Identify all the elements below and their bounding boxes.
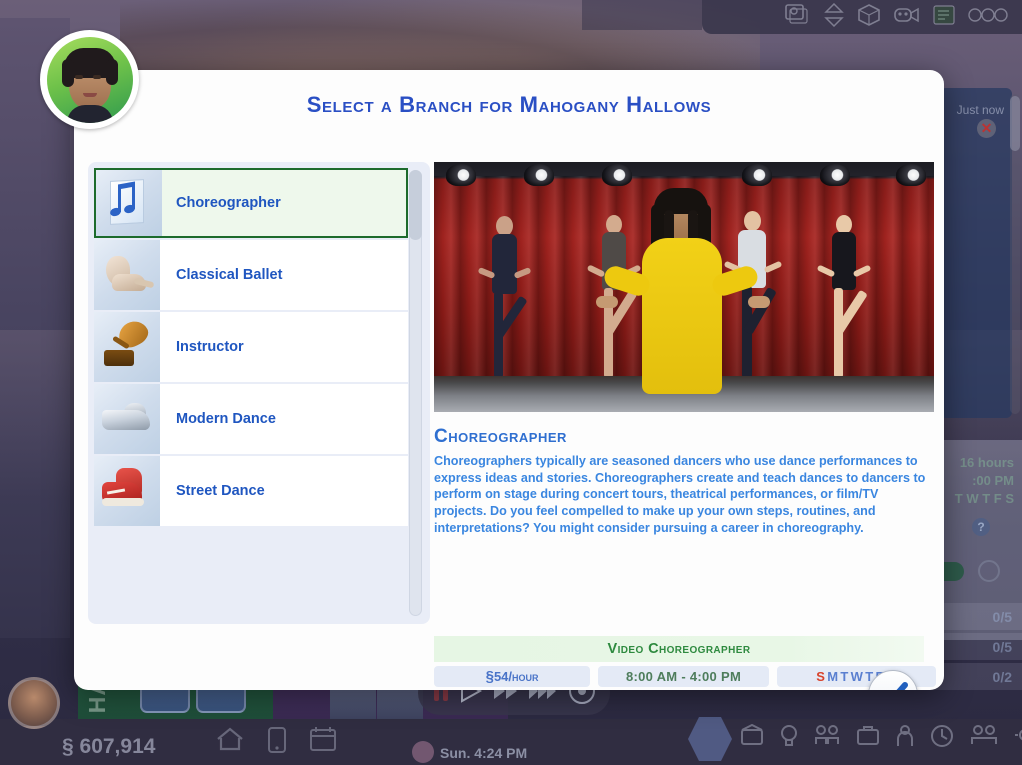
job-pay-unit: /hour — [508, 669, 539, 684]
job-pay-chip: § 54 /hour — [434, 666, 591, 687]
branch-list-item-label: Classical Ballet — [176, 267, 283, 283]
simoleon-icon: § — [485, 668, 494, 685]
avatar[interactable] — [8, 677, 60, 729]
sneaker-icon — [94, 456, 160, 526]
close-icon[interactable]: ✕ — [977, 119, 996, 138]
check-icon — [896, 682, 908, 690]
bottom-tool-row[interactable] — [740, 723, 1022, 753]
household-funds: § 607,914 — [62, 735, 156, 758]
lightbulb-icon[interactable] — [780, 724, 798, 753]
branch-list-item-street-dance[interactable]: Street Dance — [94, 456, 408, 526]
branch-list[interactable]: Choreographer Classical Ballet Instructo… — [94, 168, 414, 618]
page-title: Select a Branch for Mahogany Hallows — [306, 92, 712, 117]
inventory-icon[interactable] — [856, 724, 880, 753]
nav-icon-row[interactable] — [215, 726, 337, 759]
avatar-portrait — [46, 36, 133, 123]
job-day-letter: M — [827, 669, 841, 684]
stage-dancers-image — [434, 162, 934, 412]
gramophone-icon — [94, 312, 160, 382]
stage-light-icon — [524, 164, 554, 186]
branch-list-item-label: Street Dance — [176, 483, 265, 499]
relationships-icon[interactable] — [814, 724, 840, 753]
game-clock: Sun. 4:24 PM — [440, 745, 528, 761]
notification-panel[interactable] — [940, 88, 1012, 418]
music-note-icon — [96, 170, 162, 236]
wall-height-icon[interactable] — [824, 2, 844, 32]
job-day-letter: S — [816, 669, 828, 684]
sim-avatar[interactable] — [40, 30, 139, 129]
career-endtime-text: :00 PM — [972, 473, 1014, 488]
stage-light-icon — [820, 164, 850, 186]
job-hours-chip: 8:00 AM - 4:00 PM — [598, 666, 769, 687]
notification-scrollbar-thumb[interactable] — [1010, 96, 1020, 151]
branch-list-scrollbar-thumb[interactable] — [409, 170, 422, 240]
job-summary-strip: Video Choreographer § 54 /hour 8:00 AM -… — [434, 636, 936, 687]
select-branch-dialog: Select a Branch for Mahogany Hallows Cho… — [74, 70, 944, 690]
branch-list-item-choreographer[interactable]: Choreographer — [94, 168, 408, 238]
stage-light-icon — [896, 164, 926, 186]
branch-detail-heading: Choreographer — [434, 426, 567, 447]
branch-list-item-label: Instructor — [176, 339, 244, 355]
job-pay-amount: 54 — [493, 669, 509, 684]
job-day-letter: T — [840, 669, 851, 684]
stage-light-icon — [446, 164, 476, 186]
branch-detail-panel: Choreographer Choreographers typically a… — [434, 162, 934, 624]
ballet-shoe-icon — [94, 240, 160, 310]
job-detail-chips: § 54 /hour 8:00 AM - 4:00 PM SMTWTFS — [434, 666, 936, 687]
stage-light-icon — [742, 164, 772, 186]
career-accept-icon[interactable] — [978, 560, 1000, 582]
gallery-icon[interactable] — [785, 3, 811, 31]
simology-icon[interactable] — [896, 724, 914, 753]
notebook-icon[interactable] — [933, 4, 955, 30]
job-title-banner: Video Choreographer — [434, 636, 924, 662]
branch-detail-description: Choreographers typically are seasoned da… — [434, 454, 926, 535]
notification-timestamp: Just now — [956, 103, 1004, 117]
branch-list-item-label: Choreographer — [176, 195, 281, 211]
phone-icon[interactable] — [267, 726, 287, 759]
career-hours-text: 16 hours — [959, 455, 1014, 470]
game-top-toolbar[interactable] — [702, 0, 1022, 34]
camera-icon[interactable] — [894, 5, 920, 30]
job-day-letter: W — [850, 669, 866, 684]
build-mode-cube-icon[interactable] — [857, 3, 881, 32]
help-icon[interactable]: ? — [972, 518, 990, 536]
calendar-icon[interactable] — [309, 726, 337, 759]
stage-light-icon — [602, 164, 632, 186]
season-icon — [412, 741, 434, 763]
branch-list-item-instructor[interactable]: Instructor — [94, 312, 408, 382]
career-days-text: T W T F S — [954, 491, 1014, 506]
branch-list-item-label: Modern Dance — [176, 411, 276, 427]
branch-list-item-classical-ballet[interactable]: Classical Ballet — [94, 240, 408, 310]
options-icon[interactable] — [1014, 724, 1022, 753]
build-icon[interactable] — [740, 723, 764, 753]
more-options-icon[interactable] — [968, 7, 1008, 28]
branch-list-panel: Choreographer Classical Ballet Instructo… — [88, 162, 430, 624]
goal-progress: 0/5 — [992, 638, 1012, 655]
branch-list-item-modern-dance[interactable]: Modern Dance — [94, 384, 408, 454]
dress-shoe-icon — [94, 384, 160, 454]
goal-progress: 0/5 — [992, 608, 1012, 625]
home-icon[interactable] — [215, 726, 245, 759]
topbar-secondary — [582, 0, 702, 30]
aspiration-icon[interactable] — [930, 724, 954, 753]
careers-icon[interactable] — [970, 724, 998, 753]
